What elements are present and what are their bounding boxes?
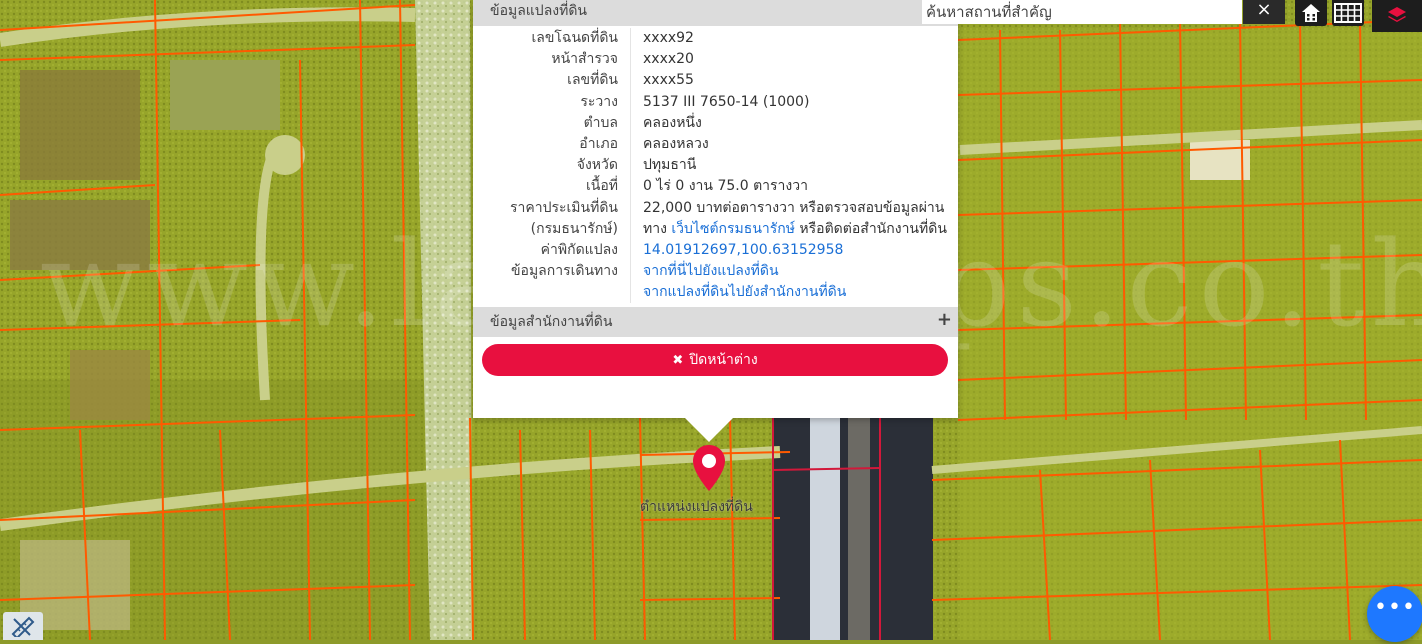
directions-label: ข้อมูลการเดินทาง (473, 261, 631, 283)
office-info-section[interactable]: ข้อมูลสำนักงานที่ดิน + (473, 305, 958, 338)
more-dots-icon: ••• (1374, 595, 1416, 620)
measure-tool-button[interactable] (3, 612, 43, 640)
coords-row: ค่าพิกัดแปลง 14.01912697,100.63152958 (473, 239, 958, 262)
detail-label: เลขที่ดิน (473, 70, 631, 92)
marker-label: ตำแหน่งแปลงที่ดิน (640, 499, 753, 515)
detail-row: เนื้อที่ 0 ไร่ 0 งาน 75.0 ตารางวา (473, 176, 958, 198)
office-section-title: ข้อมูลสำนักงานที่ดิน (490, 314, 613, 331)
directions-label-empty (473, 282, 631, 304)
price-suffix: หรือติดต่อสำนักงานที่ดิน (794, 220, 947, 237)
popup-title: ข้อมูลแปลงที่ดิน (473, 0, 958, 26)
detail-row: เลขที่ดิน xxxx55 (473, 70, 958, 92)
map-pin-icon[interactable] (691, 443, 727, 493)
directions-row: ข้อมูลการเดินทาง จากที่นี่ไปยังแปลงที่ดิ… (473, 261, 958, 283)
directions-to-parcel-link[interactable]: จากที่นี่ไปยังแปลงที่ดิน (643, 263, 779, 279)
detail-label: ตำบล (473, 112, 631, 134)
detail-row: ระวาง 5137 III 7650-14 (1000) (473, 91, 958, 113)
price-row-2: (กรมธนารักษ์) ทาง เว็บไซต์กรมธนารักษ์ หร… (473, 218, 958, 240)
detail-label: ระวาง (473, 91, 631, 113)
price-value: 22,000 บาทต่อตารางวา หรือตรวจสอบข้อมูลผ่… (643, 199, 945, 216)
detail-row: หน้าสำรวจ xxxx20 (473, 49, 958, 71)
detail-value: 5137 III 7650-14 (1000) (643, 93, 810, 110)
home-button[interactable] (1295, 0, 1327, 26)
directions-to-office-link[interactable]: จากแปลงที่ดินไปยังสำนักงานที่ดิน (643, 284, 846, 300)
more-options-button[interactable]: ••• (1367, 586, 1422, 642)
price-value-2: ทาง เว็บไซต์กรมธนารักษ์ หรือติดต่อสำนักง… (631, 219, 947, 240)
layers-icon (1388, 7, 1406, 22)
detail-value: xxxx20 (643, 51, 694, 68)
parcel-info-popup: ข้อมูลแปลงที่ดิน เลขโฉนดที่ดิน xxxx92 หน… (473, 0, 958, 442)
layers-button[interactable] (1372, 0, 1422, 32)
detail-value: ปทุมธานี (643, 157, 697, 174)
detail-label: หน้าสำรวจ (473, 49, 631, 71)
expand-plus-icon[interactable]: + (937, 305, 952, 335)
price-prefix: ทาง (643, 220, 672, 237)
price-row: ราคาประเมินที่ดิน 22,000 บาทต่อตารางวา ห… (473, 197, 958, 219)
treasury-website-link[interactable]: เว็บไซต์กรมธนารักษ์ (671, 221, 795, 237)
close-icon: ✖ (672, 352, 684, 368)
detail-label: จังหวัด (473, 155, 631, 177)
detail-label: เลขโฉนดที่ดิน (473, 28, 631, 50)
coords-label: ค่าพิกัดแปลง (473, 239, 631, 262)
parcel-details: เลขโฉนดที่ดิน xxxx92 หน้าสำรวจ xxxx20 เล… (473, 26, 958, 304)
detail-row: ตำบล คลองหนึ่ง (473, 112, 958, 134)
detail-value: xxxx92 (643, 30, 694, 46)
close-window-button[interactable]: ✖ ปิดหน้าต่าง (482, 344, 948, 376)
price-label-sub: (กรมธนารักษ์) (473, 218, 631, 240)
grid-icon (1334, 3, 1362, 23)
close-button-label: ปิดหน้าต่าง (689, 352, 758, 368)
price-label: ราคาประเมินที่ดิน (473, 197, 631, 219)
home-icon (1302, 4, 1320, 22)
detail-label: เนื้อที่ (473, 176, 631, 198)
search-clear-icon[interactable]: × (1243, 0, 1285, 24)
detail-value: คลองหลวง (643, 135, 709, 152)
detail-value: 0 ไร่ 0 งาน 75.0 ตารางวา (643, 178, 808, 195)
detail-row: จังหวัด ปทุมธานี (473, 155, 958, 177)
coords-link[interactable]: 14.01912697,100.63152958 (643, 242, 843, 258)
grid-button[interactable] (1332, 0, 1364, 26)
detail-row: เลขโฉนดที่ดิน xxxx92 (473, 28, 958, 50)
detail-value: คลองหนึ่ง (643, 114, 702, 131)
detail-row: อำเภอ คลองหลวง (473, 133, 958, 156)
place-search-input[interactable] (922, 0, 1242, 24)
directions-row-2: จากแปลงที่ดินไปยังสำนักงานที่ดิน (473, 282, 958, 304)
detail-label: อำเภอ (473, 133, 631, 156)
detail-value: xxxx55 (643, 72, 694, 89)
ruler-pencil-icon (11, 616, 35, 637)
